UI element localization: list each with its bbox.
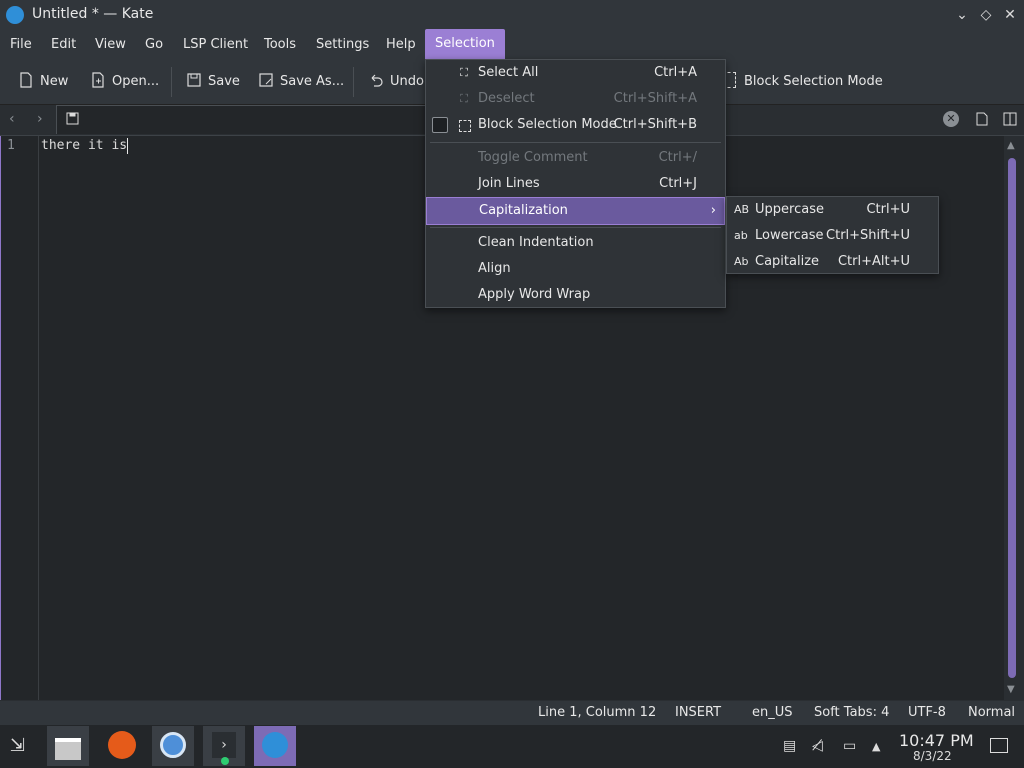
tray-expand-icon[interactable]: ▲	[872, 740, 880, 753]
menu-selection[interactable]: Selection	[425, 29, 505, 59]
text-cursor	[127, 138, 128, 154]
new-tab-icon[interactable]	[975, 112, 989, 130]
clipboard-icon[interactable]: ▤	[783, 738, 796, 754]
document-tab[interactable]	[56, 105, 428, 134]
menu-view[interactable]: View	[87, 30, 134, 59]
menu-edit[interactable]: Edit	[43, 30, 84, 59]
menu-tools[interactable]: Tools	[256, 30, 304, 59]
deselect-item: ⛶ Deselect Ctrl+Shift+A	[426, 86, 725, 112]
undo-icon	[368, 72, 384, 88]
clean-indentation-item[interactable]: Clean Indentation	[426, 230, 725, 256]
show-desktop-icon[interactable]	[990, 738, 1008, 753]
close-icon[interactable]: ✕	[1000, 5, 1020, 25]
menu-help[interactable]: Help	[378, 30, 424, 59]
capitalization-item[interactable]: Capitalization ›	[426, 197, 725, 225]
menu-settings[interactable]: Settings	[308, 30, 377, 59]
network-icon[interactable]: ▭	[843, 738, 856, 754]
block-selection-mode-item[interactable]: Block Selection Mode Ctrl+Shift+B	[426, 112, 725, 138]
firefox-icon[interactable]	[108, 731, 136, 759]
lowercase-item[interactable]: ab Lowercase Ctrl+Shift+U	[727, 223, 938, 249]
chromium-icon	[160, 732, 186, 758]
capitalize-item[interactable]: Ab Capitalize Ctrl+Alt+U	[727, 249, 938, 275]
line-number-gutter	[1, 136, 39, 700]
menu-file[interactable]: File	[2, 30, 40, 59]
taskbar-file-manager[interactable]	[47, 726, 89, 766]
menu-separator	[430, 227, 721, 228]
align-item[interactable]: Align	[426, 256, 725, 282]
apply-word-wrap-item[interactable]: Apply Word Wrap	[426, 282, 725, 308]
undo-button[interactable]: Undo	[368, 70, 424, 94]
terminal-icon: ›	[212, 732, 236, 758]
scroll-up-icon[interactable]: ▲	[1007, 140, 1015, 151]
cursor-position[interactable]: Line 1, Column 12	[538, 705, 656, 720]
new-button[interactable]: New	[18, 70, 68, 94]
title-bar	[0, 0, 1024, 30]
toggle-comment-item: Toggle Comment Ctrl+/	[478, 150, 697, 165]
save-button[interactable]: Save	[186, 70, 240, 94]
maximize-icon[interactable]: ◇	[976, 5, 996, 25]
submenu-chevron-icon: ›	[710, 203, 716, 218]
taskbar-kate[interactable]	[254, 726, 296, 766]
scroll-down-icon[interactable]: ▼	[1007, 684, 1015, 695]
clock-date[interactable]: 8/3/22	[913, 749, 952, 763]
menu-separator	[430, 142, 721, 143]
application-launcher-icon[interactable]: ⇲	[10, 735, 25, 756]
save-as-button[interactable]: Save As...	[258, 70, 344, 94]
save-icon	[186, 72, 202, 88]
kate-app-icon	[6, 6, 24, 24]
input-mode[interactable]: INSERT	[675, 705, 721, 720]
selection-menu: ⛶ Select All Ctrl+A ⛶ Deselect Ctrl+Shif…	[425, 59, 726, 308]
taskbar-chromium[interactable]	[152, 726, 194, 766]
back-arrow-icon[interactable]: ‹	[9, 111, 15, 127]
capitalization-submenu: AB Uppercase Ctrl+U ab Lowercase Ctrl+Sh…	[726, 196, 939, 274]
split-view-icon[interactable]	[1003, 112, 1017, 130]
save-as-icon	[258, 72, 274, 88]
join-lines-item[interactable]: Join Lines Ctrl+J	[426, 171, 725, 197]
terminal-badge-icon	[221, 757, 229, 765]
deselect-icon: ⛶	[460, 92, 468, 105]
select-all-item[interactable]: ⛶ Select All Ctrl+A	[426, 60, 725, 86]
volume-muted-icon[interactable]: ◁̸	[812, 738, 823, 754]
kate-taskbar-icon	[262, 732, 288, 758]
select-all-icon: ⛶	[460, 66, 468, 79]
open-button[interactable]: Open...	[90, 70, 159, 94]
minimize-icon[interactable]: ⌄	[952, 5, 972, 25]
indentation-setting[interactable]: Soft Tabs: 4	[814, 705, 889, 720]
code-line[interactable]: there it is	[41, 138, 127, 153]
toolbar-divider	[171, 67, 172, 97]
lowercase-icon: ab	[734, 229, 748, 242]
toolbar-divider	[353, 67, 354, 97]
capitalize-icon: Ab	[734, 255, 749, 268]
window-title: Untitled * — Kate	[32, 6, 154, 22]
open-document-icon	[90, 72, 106, 88]
file-encoding[interactable]: UTF-8	[908, 705, 946, 720]
folder-icon	[55, 738, 81, 760]
new-document-icon	[18, 72, 34, 88]
uppercase-icon: AB	[734, 203, 750, 216]
scrollbar-thumb[interactable]	[1008, 158, 1016, 678]
clock-time[interactable]: 10:47 PM	[899, 731, 974, 750]
forward-arrow-icon[interactable]: ›	[37, 111, 43, 127]
menu-go[interactable]: Go	[137, 30, 171, 59]
menu-lsp-client[interactable]: LSP Client	[175, 30, 256, 59]
close-tab-icon[interactable]: ✕	[943, 111, 959, 127]
uppercase-item[interactable]: AB Uppercase Ctrl+U	[727, 197, 938, 223]
block-selection-menu-icon	[459, 120, 471, 132]
taskbar-terminal[interactable]: ›	[203, 726, 245, 766]
tab-save-icon	[66, 112, 79, 129]
block-selection-checkbox[interactable]	[432, 117, 448, 133]
block-selection-toolbar-button[interactable]: Block Selection Mode	[722, 70, 883, 94]
line-number: 1	[7, 138, 15, 153]
syntax-highlight-mode[interactable]: Normal	[968, 705, 1015, 720]
dictionary-language[interactable]: en_US	[752, 705, 793, 720]
